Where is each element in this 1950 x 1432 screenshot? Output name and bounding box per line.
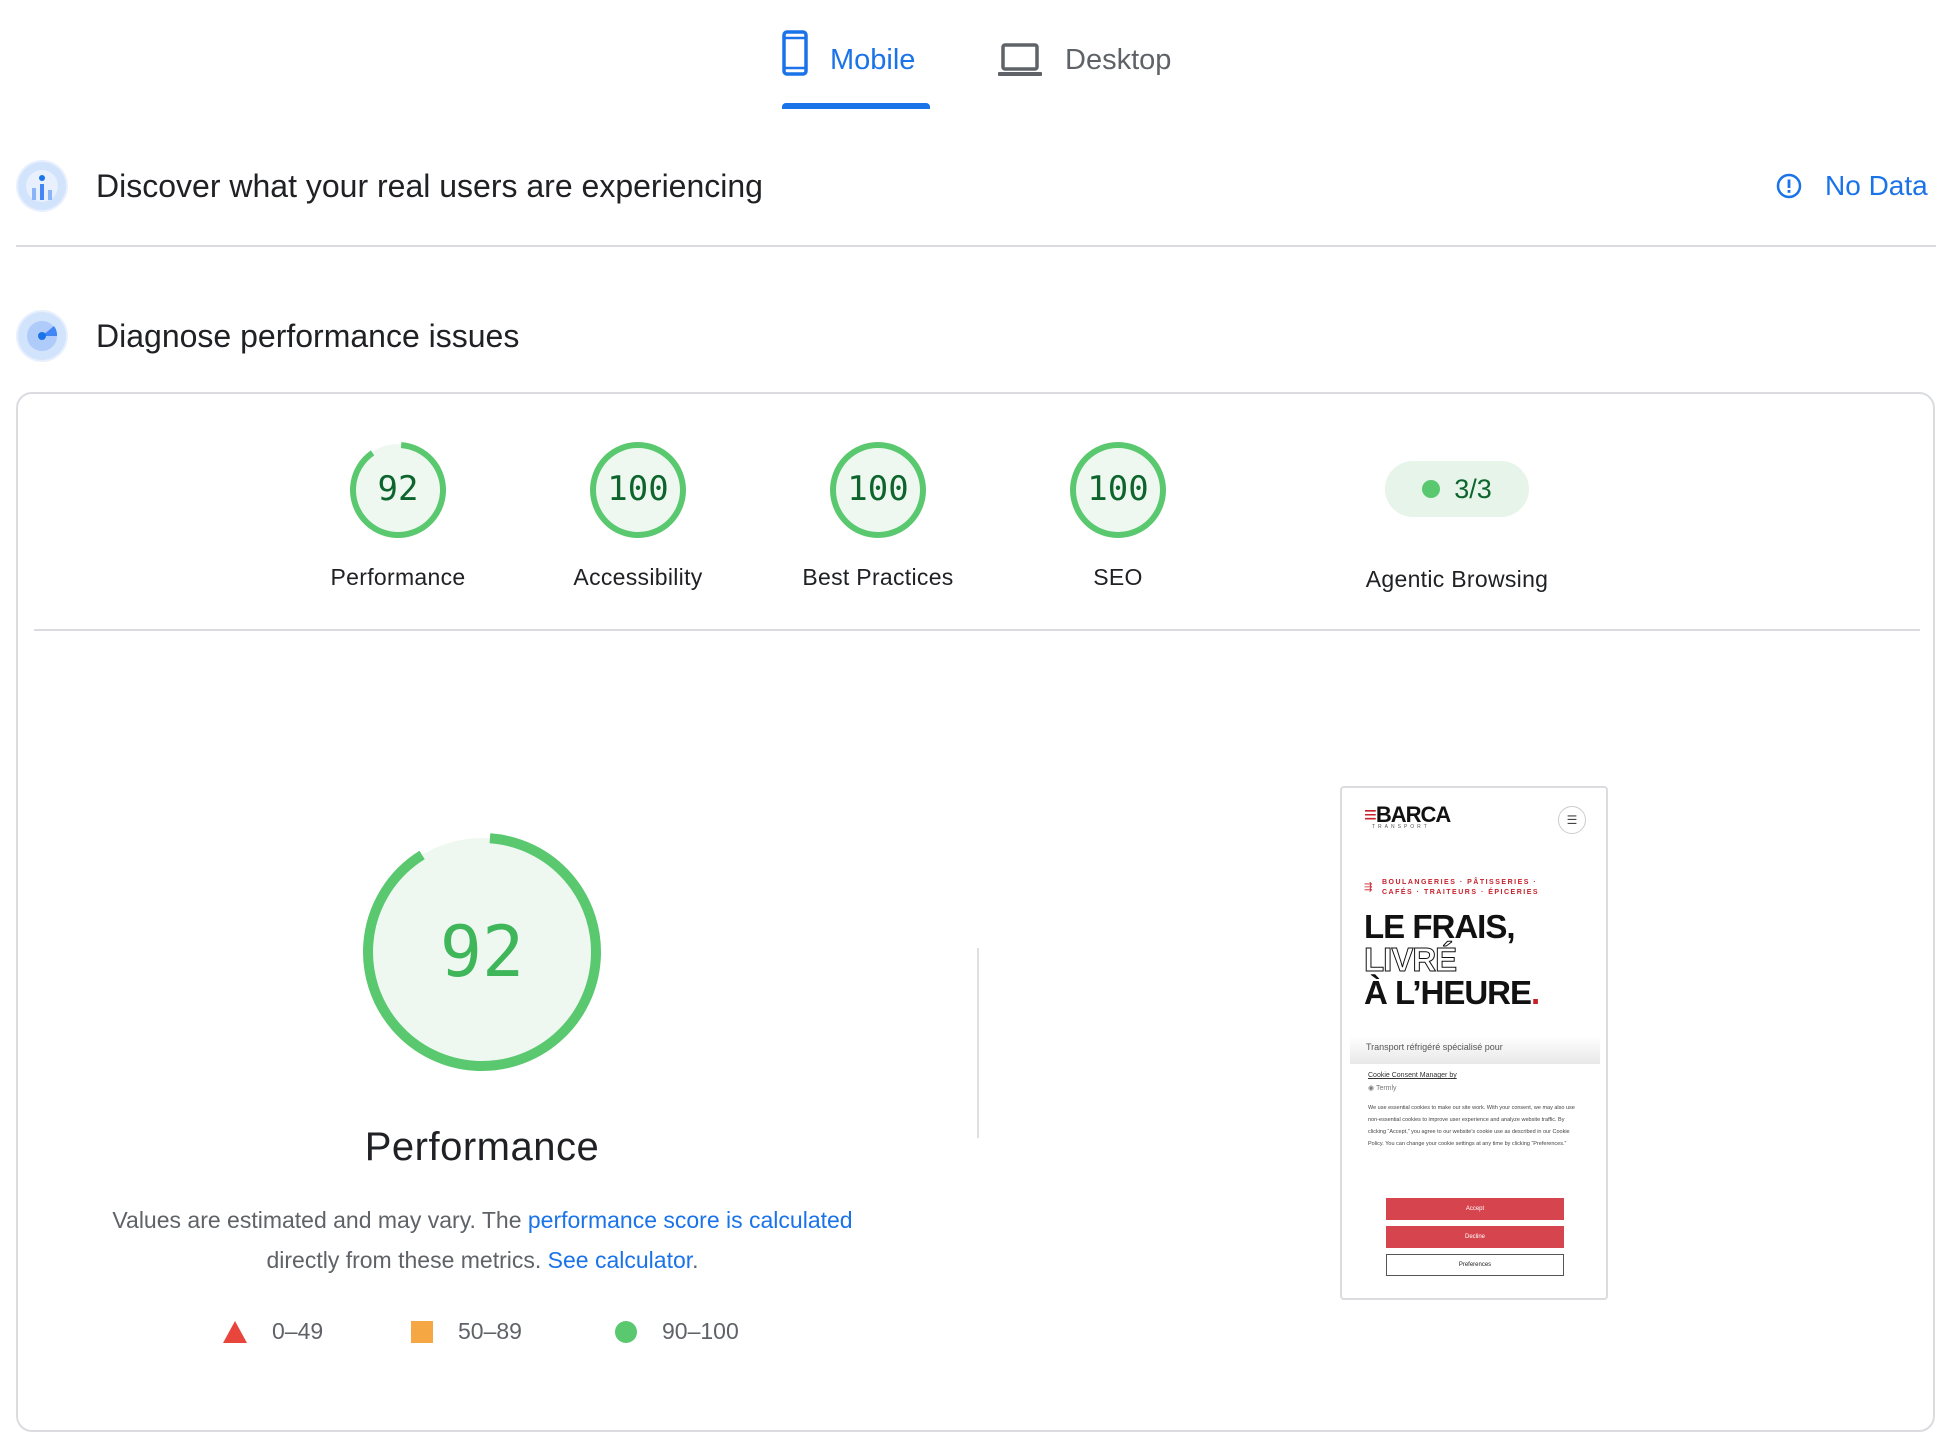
users-chart-icon (16, 160, 68, 212)
performance-score-link[interactable]: performance score is calculated (528, 1207, 853, 1233)
cookie-title: Cookie Consent Manager by (1368, 1072, 1457, 1079)
no-data-status[interactable]: No Data (1775, 170, 1928, 202)
site-headline-line2: LIVRÉ (1363, 941, 1457, 978)
average-square-icon (411, 1320, 433, 1343)
site-headline: LE FRAIS, LIVRÉ À L’HEURE. (1363, 908, 1540, 1011)
cookie-preferences-button: Preferences (1386, 1254, 1564, 1276)
legend-average: 50–89 (410, 1318, 522, 1345)
gauge-score: 92 (377, 469, 419, 509)
page-screenshot[interactable]: ≡BARCA TRANSPORT ☰ ⇶ BOULANGERIES · PÂTI… (1340, 786, 1608, 1300)
agentic-browsing-label: Agentic Browsing (1365, 566, 1549, 592)
diagnose-title: Diagnose performance issues (96, 318, 520, 354)
gauge-score: 100 (1087, 469, 1149, 509)
cookie-accept-button: Accept (1386, 1198, 1564, 1220)
cookie-by-text: Termly (1375, 1085, 1397, 1092)
active-tab-indicator (782, 103, 930, 109)
site-tagline: BOULANGERIES · PÂTISSERIES · CAFÉS · TRA… (1382, 878, 1539, 898)
legend-pass: 90–100 (614, 1318, 739, 1345)
laptop-icon (998, 43, 1042, 76)
cookie-text: We use essential cookies to make our sit… (1368, 1105, 1575, 1147)
gauge-label: Accessibility (573, 564, 703, 590)
performance-big-title: Performance (364, 1125, 600, 1169)
site-headline-line3: À L’HEURE (1364, 974, 1532, 1011)
tab-desktop[interactable]: Desktop (997, 30, 1171, 110)
hamburger-menu-icon: ☰ (1558, 806, 1586, 834)
gauge-score: 100 (607, 469, 669, 509)
pass-circle-icon (615, 1320, 637, 1343)
tab-mobile-label: Mobile (830, 44, 916, 76)
legend-fail: 0–49 (222, 1318, 323, 1345)
site-tagline-line1: BOULANGERIES · PÂTISSERIES · (1382, 879, 1538, 886)
cookie-title-link: Cookie Consent Manager (1368, 1072, 1448, 1079)
site-tagline-line2: CAFÉS · TRAITEURS · ÉPICERIES (1382, 889, 1540, 896)
performance-note: Values are estimated and may vary. The p… (100, 1200, 865, 1280)
tab-mobile[interactable]: Mobile (782, 30, 915, 110)
vertical-divider (977, 948, 979, 1138)
legend-pass-range: 90–100 (662, 1318, 739, 1344)
info-circle-icon (1776, 173, 1802, 199)
gauge-label: Best Practices (802, 564, 954, 590)
gauge-seo[interactable]: 100 SEO (1018, 440, 1218, 591)
note-suffix: . (692, 1247, 699, 1273)
gauge-accessibility[interactable]: 100 Accessibility (538, 440, 738, 591)
note-middle: directly from these metrics. (266, 1247, 548, 1273)
gauge-performance[interactable]: 92 Performance (298, 440, 498, 591)
truck-icon: ⇶ (1364, 882, 1373, 893)
cookie-by: ◉ Termly (1368, 1085, 1397, 1092)
note-prefix: Values are estimated and may vary. The (112, 1207, 528, 1233)
legend-average-range: 50–89 (458, 1318, 522, 1344)
no-data-label: No Data (1825, 170, 1928, 201)
site-headline-line1: LE FRAIS, (1364, 908, 1516, 945)
agentic-browsing-value: 3/3 (1454, 473, 1492, 504)
fail-triangle-icon (223, 1320, 247, 1343)
see-calculator-link[interactable]: See calculator (548, 1247, 692, 1273)
pass-dot-icon (1422, 480, 1441, 498)
card-divider (34, 629, 1920, 631)
agentic-browsing-badge[interactable]: 3/3 (1385, 461, 1529, 517)
cookie-title-suffix: by (1447, 1072, 1457, 1079)
phone-icon (782, 30, 808, 76)
tab-desktop-label: Desktop (1065, 44, 1172, 76)
gauge-best-practices[interactable]: 100 Best Practices (778, 440, 978, 591)
performance-big-score: 92 (439, 911, 525, 993)
section-divider (16, 245, 1936, 247)
gauge-score: 100 (847, 469, 909, 509)
gauge-label: Performance (330, 564, 466, 590)
field-data-title: Discover what your real users are experi… (96, 168, 763, 204)
cookie-decline-button: Decline (1386, 1226, 1564, 1248)
site-subtitle: Transport réfrigéré spécialisé pour (1366, 1042, 1503, 1052)
site-logo-sub: TRANSPORT (1372, 824, 1430, 830)
gauge-label: SEO (1093, 564, 1143, 590)
radar-icon (16, 310, 68, 362)
legend-fail-range: 0–49 (272, 1318, 324, 1344)
